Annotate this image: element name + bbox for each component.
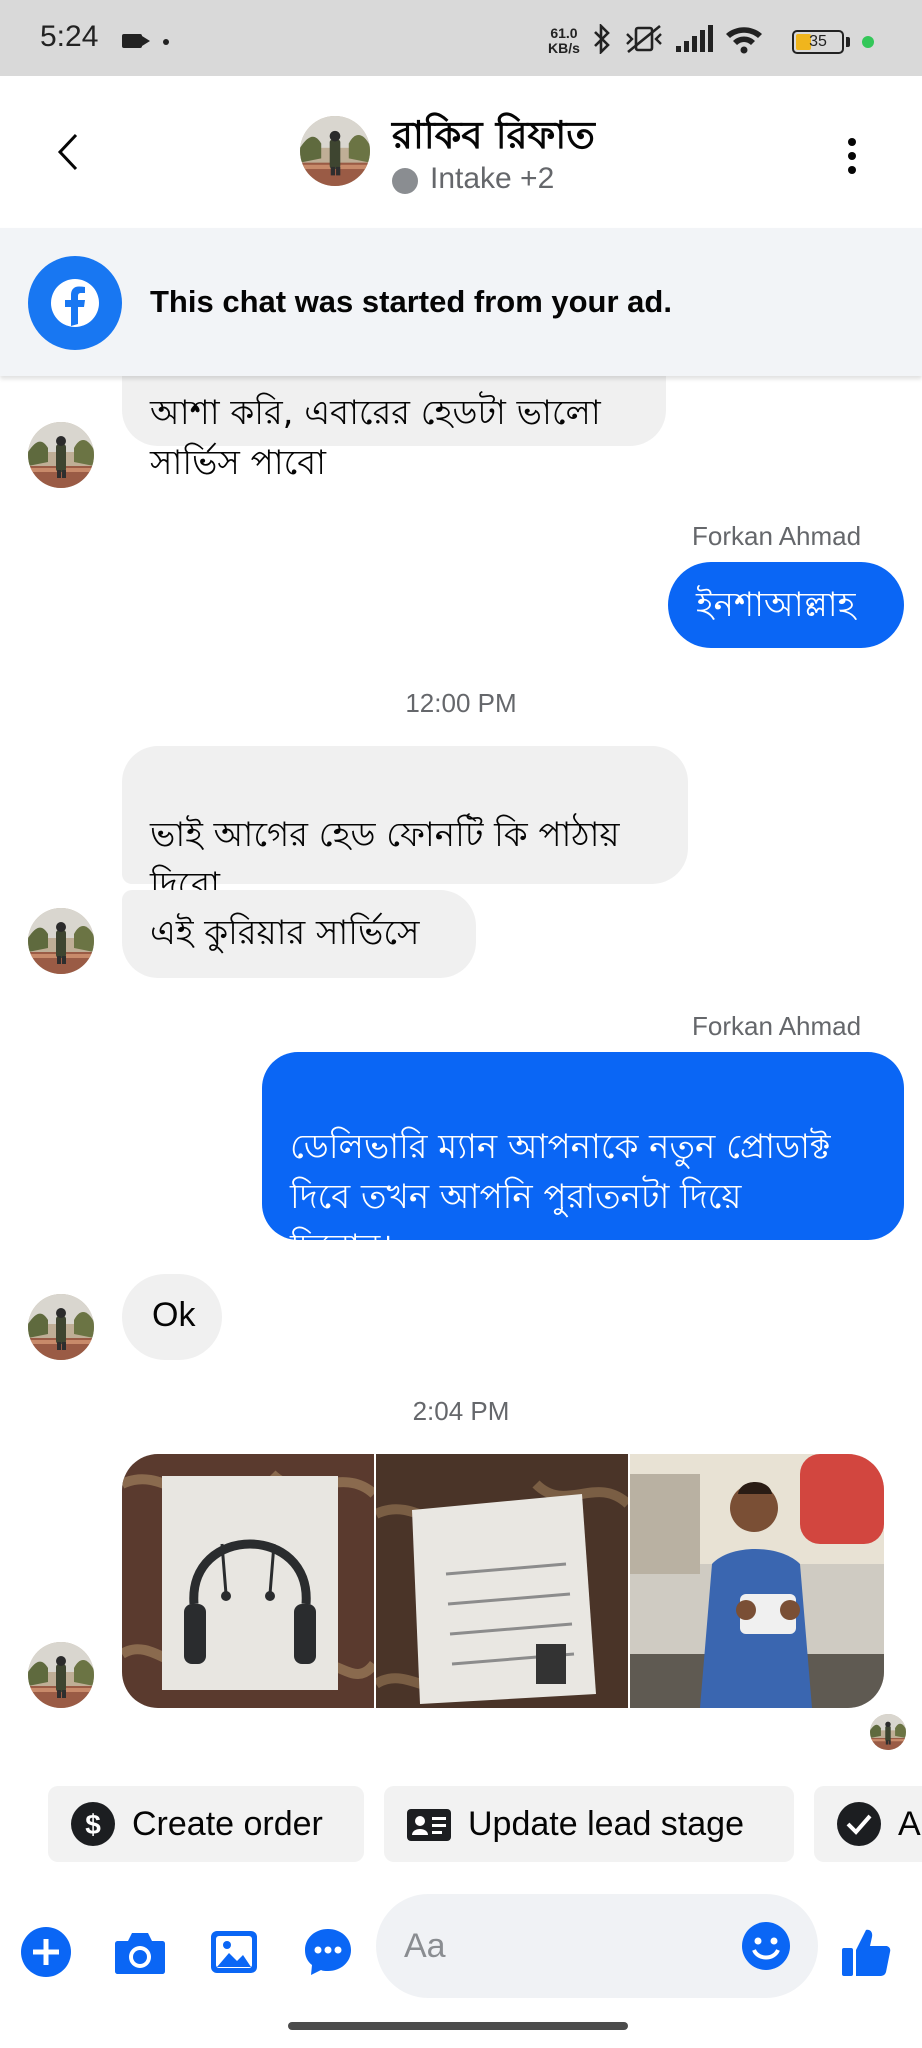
more-actions-button[interactable] bbox=[300, 1924, 356, 1980]
quick-actions-bar: $ Create order Update lead stage A bbox=[0, 1764, 922, 1884]
ad-origin-banner: This chat was started from your ad. bbox=[0, 228, 922, 376]
ad-origin-text: This chat was started from your ad. bbox=[150, 284, 672, 319]
sender-avatar[interactable] bbox=[28, 908, 94, 974]
bluetooth-icon bbox=[594, 24, 610, 54]
create-order-button[interactable]: $ Create order bbox=[48, 1786, 364, 1862]
third-action-button[interactable]: A bbox=[814, 1786, 922, 1862]
message-text: আশা করি, এবারের হেডটা ভালো সার্ভিস পাবো bbox=[150, 393, 601, 483]
sender-avatar[interactable] bbox=[28, 422, 94, 488]
emoji-icon bbox=[742, 1922, 790, 1970]
gallery-button[interactable] bbox=[206, 1924, 262, 1980]
camera-button[interactable] bbox=[112, 1924, 168, 1980]
more-options-button[interactable] bbox=[836, 132, 868, 180]
third-action-label: A bbox=[898, 1804, 921, 1843]
create-order-label: Create order bbox=[132, 1804, 323, 1843]
update-lead-stage-label: Update lead stage bbox=[468, 1804, 744, 1843]
add-button[interactable] bbox=[18, 1924, 74, 1980]
vibrate-off-icon bbox=[626, 24, 662, 54]
conversation-header: রাকিব রিফাত Intake +2 bbox=[0, 76, 922, 228]
contact-labels[interactable]: Intake +2 bbox=[430, 162, 554, 196]
wifi-icon bbox=[726, 27, 762, 54]
camera-icon bbox=[115, 1933, 165, 1974]
seen-receipt-avatar bbox=[870, 1714, 906, 1750]
update-lead-stage-button[interactable]: Update lead stage bbox=[384, 1786, 794, 1862]
status-bar: 5:24 61.0 KB/s 35 bbox=[0, 0, 922, 76]
message-bubble-incoming[interactable]: ভাই আগের হেড ফোনটি কি পাঠায় দিবো, bbox=[122, 746, 688, 905]
photo-delivery-man[interactable] bbox=[630, 1454, 884, 1708]
status-icons bbox=[590, 22, 774, 56]
message-text: Ok bbox=[152, 1296, 196, 1334]
plus-icon bbox=[21, 1927, 71, 1977]
id-card-icon bbox=[406, 1801, 452, 1847]
status-time: 5:24 bbox=[40, 20, 99, 53]
chevron-left-icon bbox=[57, 133, 78, 171]
contact-avatar[interactable] bbox=[300, 116, 370, 186]
thumbs-up-icon bbox=[842, 1929, 891, 1976]
message-thread[interactable]: আশা করি, এবারের হেডটা ভালো সার্ভিস পাবো … bbox=[0, 376, 922, 1764]
privacy-indicator-dot bbox=[862, 36, 874, 48]
message-bubble-incoming[interactable]: এই কুরিয়ার সার্ভিসে bbox=[122, 890, 476, 978]
sender-name: Forkan Ahmad bbox=[692, 521, 862, 551]
like-button[interactable] bbox=[838, 1924, 894, 1980]
battery-icon: 35 bbox=[792, 30, 844, 54]
photo-attachment-grid[interactable] bbox=[122, 1454, 884, 1708]
kebab-icon bbox=[848, 138, 856, 146]
message-bubble-incoming[interactable]: Ok bbox=[122, 1274, 222, 1360]
sender-avatar[interactable] bbox=[28, 1642, 94, 1708]
message-text: ডেলিভারি ম্যান আপনাকে নতুন প্রোডাক্ট দিব… bbox=[290, 1127, 831, 1267]
notification-dot-icon bbox=[163, 39, 169, 45]
check-icon bbox=[836, 1801, 882, 1847]
photo-headphones[interactable] bbox=[122, 1454, 374, 1708]
home-indicator[interactable] bbox=[288, 2022, 628, 2030]
system-navigation-bar bbox=[0, 2012, 922, 2048]
battery-tip bbox=[846, 37, 850, 47]
message-text: ইনশাআল্লাহ bbox=[696, 585, 856, 625]
message-bubble-incoming[interactable]: আশা করি, এবারের হেডটা ভালো সার্ভিস পাবো bbox=[122, 376, 666, 483]
photo-parcel[interactable] bbox=[376, 1454, 628, 1708]
message-bubble-outgoing[interactable]: ডেলিভারি ম্যান আপনাকে নতুন প্রোডাক্ট দিব… bbox=[262, 1052, 904, 1267]
image-icon bbox=[211, 1931, 257, 1973]
back-button[interactable] bbox=[40, 120, 96, 184]
emoji-button[interactable] bbox=[740, 1920, 796, 1976]
timestamp: 12:00 PM bbox=[405, 688, 517, 718]
message-composer bbox=[0, 1884, 922, 2012]
signal-icon bbox=[676, 25, 713, 52]
chat-bubble-icon bbox=[305, 1929, 351, 1975]
dollar-icon: $ bbox=[70, 1801, 116, 1847]
network-speed: 61.0 KB/s bbox=[548, 26, 580, 56]
timestamp: 2:04 PM bbox=[412, 1396, 510, 1426]
video-record-icon bbox=[122, 34, 150, 48]
battery-level: 35 bbox=[809, 33, 827, 50]
network-speed-value: 61.0 bbox=[550, 25, 578, 41]
sender-avatar[interactable] bbox=[28, 1294, 94, 1360]
sender-name: Forkan Ahmad bbox=[692, 1011, 862, 1041]
svg-text:$: $ bbox=[85, 1809, 101, 1840]
network-speed-unit: KB/s bbox=[548, 40, 580, 56]
status-dot-icon bbox=[392, 168, 418, 194]
message-text: এই কুরিয়ার সার্ভিসে bbox=[150, 913, 420, 953]
facebook-icon bbox=[28, 256, 122, 350]
message-bubble-outgoing[interactable]: ইনশাআল্লাহ bbox=[668, 562, 904, 648]
contact-name[interactable]: রাকিব রিফাত bbox=[392, 106, 595, 170]
